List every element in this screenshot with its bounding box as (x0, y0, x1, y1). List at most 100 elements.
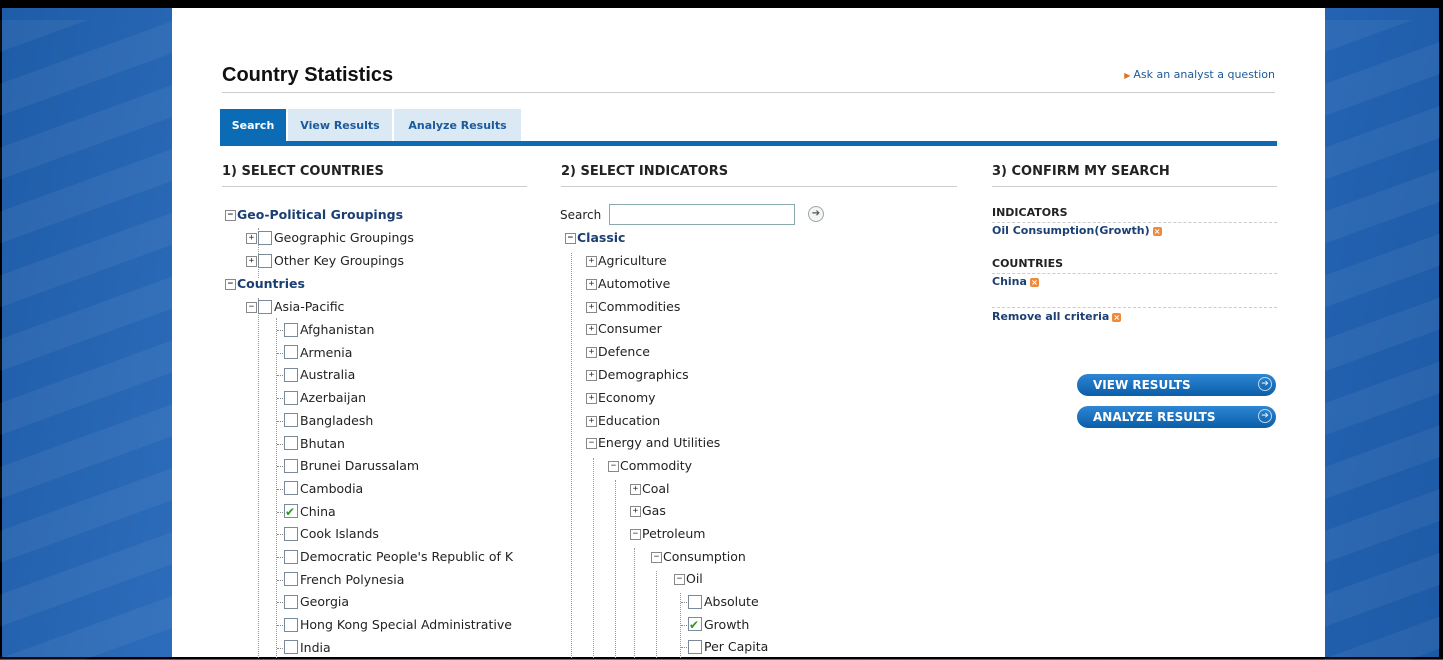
collapse-icon[interactable]: − (246, 302, 257, 313)
tree-node-asia-pacific[interactable]: − Asia-Pacific (246, 297, 344, 317)
view-results-button[interactable]: VIEW RESULTS ➔ (1077, 374, 1276, 396)
checkbox[interactable] (284, 367, 298, 382)
tree-node-oil-indicator[interactable]: Growth (681, 615, 749, 635)
checkbox[interactable] (284, 549, 298, 564)
collapse-icon[interactable]: − (630, 529, 641, 540)
expand-icon[interactable]: + (630, 484, 641, 495)
tree-node-indicator-category[interactable]: + Automotive (586, 274, 670, 294)
checkbox[interactable] (284, 572, 298, 587)
tree-node-country[interactable]: Brunei Darussalam (277, 456, 419, 476)
expand-icon[interactable]: + (246, 233, 257, 244)
tree-node-indicator-category[interactable]: + Economy (586, 388, 656, 408)
checkbox[interactable] (284, 526, 298, 541)
tree-connector (277, 557, 283, 558)
tree-node-country[interactable]: China (277, 502, 336, 522)
checkbox[interactable] (284, 481, 298, 496)
tree-node-indicator-category[interactable]: + Agriculture (586, 251, 667, 271)
tree-node-classic[interactable]: − Classic (565, 228, 625, 248)
tree-node-country[interactable]: Azerbaijan (277, 388, 366, 408)
tree-node-countries[interactable]: − Countries (225, 274, 305, 294)
collapse-icon[interactable]: − (651, 552, 662, 563)
checkbox[interactable] (284, 413, 298, 428)
remove-icon[interactable]: × (1152, 226, 1162, 236)
indicators-divider (561, 186, 957, 187)
checkbox[interactable] (688, 615, 702, 635)
remove-rule (992, 307, 1277, 308)
collapse-icon[interactable]: − (608, 461, 619, 472)
tree-label: Coal (642, 481, 670, 496)
expand-icon[interactable]: + (586, 256, 597, 267)
tree-node-country[interactable]: Hong Kong Special Administrative (277, 615, 512, 635)
tree-node-country[interactable]: French Polynesia (277, 570, 404, 590)
tab-view-results[interactable]: View Results (288, 109, 392, 142)
remove-all-criteria-link[interactable]: Remove all criteria × (992, 310, 1122, 323)
indicator-search-input[interactable] (609, 204, 795, 225)
checkbox[interactable] (284, 345, 298, 360)
checkbox[interactable] (258, 253, 272, 268)
checkbox[interactable] (284, 617, 298, 632)
tree-node-country[interactable]: Georgia (277, 592, 349, 612)
tree-node-country[interactable]: Cambodia (277, 479, 363, 499)
expand-icon[interactable]: + (586, 415, 597, 427)
analyze-results-button[interactable]: ANALYZE RESULTS ➔ (1077, 406, 1276, 428)
collapse-icon[interactable]: − (586, 438, 597, 449)
checkbox[interactable] (688, 594, 702, 609)
expand-icon[interactable]: + (586, 392, 597, 404)
expand-icon[interactable]: + (586, 347, 597, 359)
tree-node-country[interactable]: Armenia (277, 343, 352, 363)
tree-node-country[interactable]: Bangladesh (277, 411, 373, 431)
collapse-icon[interactable]: − (225, 210, 236, 221)
checkbox[interactable] (284, 640, 298, 655)
checkbox[interactable] (284, 436, 298, 450)
tab-analyze-results[interactable]: Analyze Results (394, 109, 521, 142)
tree-node-gas[interactable]: + Gas (630, 501, 666, 521)
tree-node-coal[interactable]: + Coal (630, 479, 670, 499)
expand-icon[interactable]: + (630, 506, 641, 517)
expand-icon[interactable]: + (586, 324, 597, 336)
checkbox[interactable] (688, 639, 702, 654)
tree-node-oil-indicator[interactable]: Per Capita (681, 637, 768, 657)
expand-icon[interactable]: + (586, 370, 597, 381)
tree-label: Petroleum (642, 526, 706, 541)
search-go-icon[interactable]: ➔ (808, 206, 824, 222)
expand-icon[interactable]: + (246, 256, 257, 267)
ask-analyst-link[interactable]: ▶ Ask an analyst a question (1102, 68, 1275, 81)
tree-node-indicator-category[interactable]: + Commodities (586, 297, 680, 317)
tab-search[interactable]: Search (220, 109, 286, 142)
tree-node-country[interactable]: Afghanistan (277, 320, 374, 340)
collapse-icon[interactable]: − (225, 279, 236, 290)
selected-country-text: China (992, 275, 1027, 288)
tree-node-other-key-groupings[interactable]: + Other Key Groupings (246, 251, 404, 271)
tree-node-country[interactable]: Cook Islands (277, 524, 379, 544)
tree-node-oil[interactable]: − Oil (674, 569, 703, 589)
tree-node-consumption[interactable]: − Consumption (651, 547, 746, 567)
checkbox[interactable] (284, 458, 298, 473)
tree-node-energy-utilities[interactable]: − Energy and Utilities (586, 433, 720, 453)
remove-icon[interactable]: × (1112, 312, 1122, 322)
tree-node-indicator-category[interactable]: + Demographics (586, 365, 689, 385)
tree-node-indicator-category[interactable]: + Education (586, 411, 660, 431)
tree-node-indicator-category[interactable]: + Consumer (586, 319, 662, 339)
tree-node-oil-indicator[interactable]: Absolute (681, 592, 759, 612)
tree-node-commodity[interactable]: − Commodity (608, 456, 692, 476)
checkbox[interactable] (284, 390, 298, 405)
collapse-icon[interactable]: − (674, 574, 685, 585)
expand-icon[interactable]: + (586, 301, 597, 313)
tree-node-country[interactable]: India (277, 638, 331, 658)
checkbox[interactable] (284, 502, 298, 522)
remove-icon[interactable]: × (1029, 277, 1039, 287)
tree-node-country[interactable]: Bhutan (277, 434, 345, 454)
tree-node-country[interactable]: Democratic People's Republic of K (277, 547, 513, 567)
tree-label: Energy and Utilities (598, 435, 721, 450)
checkbox[interactable] (258, 299, 272, 314)
checkbox[interactable] (284, 322, 298, 337)
checkbox[interactable] (258, 230, 272, 245)
tree-node-petroleum[interactable]: − Petroleum (630, 524, 705, 544)
tree-node-indicator-category[interactable]: + Defence (586, 342, 650, 362)
checkbox[interactable] (284, 594, 298, 609)
tree-node-geo-political[interactable]: − Geo-Political Groupings (225, 205, 403, 225)
tree-node-geographic-groupings[interactable]: + Geographic Groupings (246, 228, 414, 248)
expand-icon[interactable]: + (586, 278, 597, 290)
collapse-icon[interactable]: − (565, 233, 576, 244)
tree-node-country[interactable]: Australia (277, 365, 355, 385)
